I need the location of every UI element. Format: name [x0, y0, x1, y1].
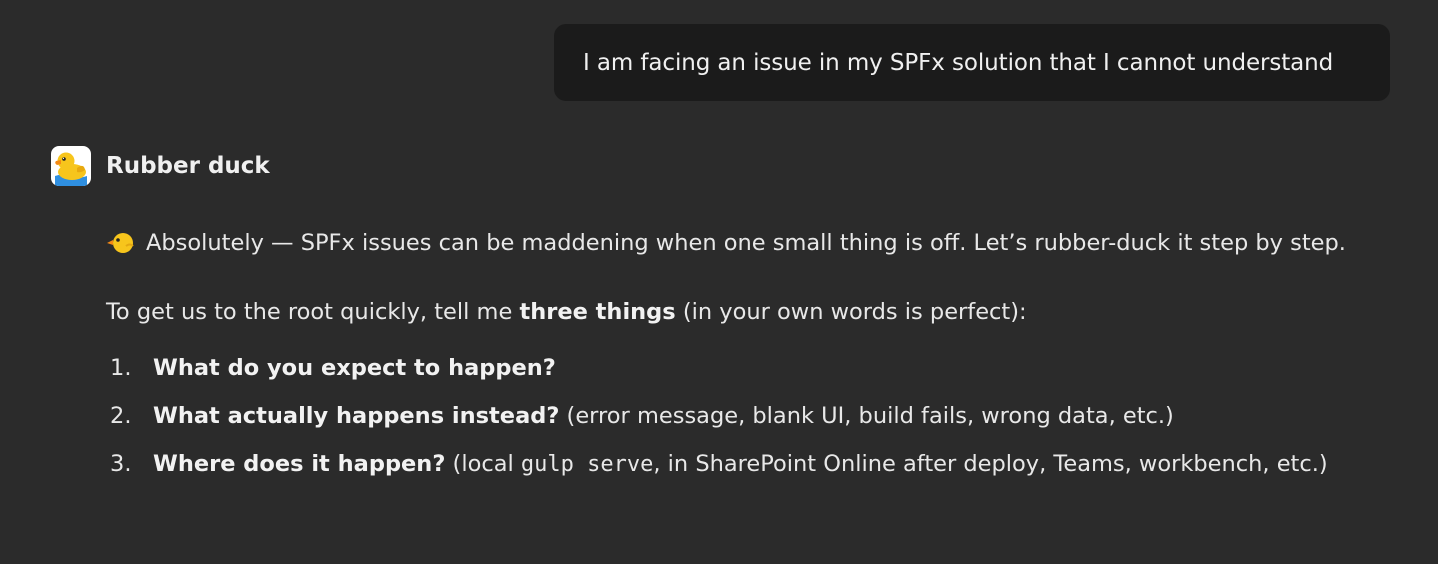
prompt-text-after: (in your own words is perfect):	[675, 299, 1027, 325]
assistant-prompt-paragraph: To get us to the root quickly, tell me t…	[106, 289, 1406, 336]
list-item-bold: What actually happens instead?	[153, 403, 560, 429]
steps-list: 1. What do you expect to happen? 2. What a…	[106, 344, 1406, 489]
baby-chick-icon	[106, 224, 138, 271]
user-message-bubble: I am facing an issue in my SPFx solution…	[554, 24, 1390, 101]
chat-transcript: I am facing an issue in my SPFx solution…	[0, 0, 1438, 564]
list-item-detail-after: , in SharePoint Online after deploy, Tea…	[653, 451, 1328, 477]
list-item-detail: (error message, blank UI, build fails, w…	[559, 403, 1174, 429]
list-item-number: 3.	[110, 451, 132, 477]
list-item-number: 2.	[110, 403, 132, 429]
user-message-text: I am facing an issue in my SPFx solution…	[583, 49, 1334, 76]
list-item-bold: What do you expect to happen?	[153, 355, 556, 381]
prompt-text-before: To get us to the root quickly, tell me	[106, 299, 520, 325]
list-item: 3. Where does it happen? (local gulp serv…	[106, 440, 1406, 489]
list-item-detail: (local	[445, 451, 521, 477]
list-item-number: 1.	[110, 355, 132, 381]
list-item-bold: Where does it happen?	[153, 451, 446, 477]
assistant-intro-text: Absolutely — SPFx issues can be maddenin…	[146, 230, 1346, 256]
rubber-duck-icon	[51, 146, 91, 186]
inline-code: gulp serve	[520, 452, 654, 477]
assistant-message: Absolutely — SPFx issues can be maddenin…	[106, 220, 1406, 489]
list-item: 1. What do you expect to happen?	[106, 344, 1406, 392]
assistant-name: Rubber duck	[106, 153, 270, 179]
prompt-text-bold: three things	[519, 299, 676, 325]
assistant-header: Rubber duck	[51, 146, 270, 186]
assistant-intro-paragraph: Absolutely — SPFx issues can be maddenin…	[106, 220, 1406, 271]
list-item: 2. What actually happens instead? (error …	[106, 392, 1406, 440]
